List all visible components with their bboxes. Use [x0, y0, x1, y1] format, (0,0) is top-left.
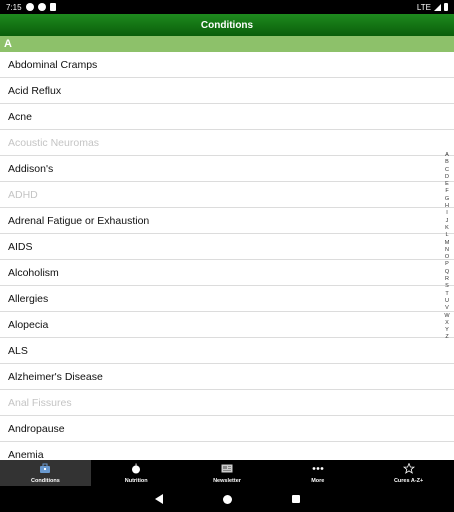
index-letter[interactable]: E — [445, 181, 449, 188]
list-item[interactable]: Alopecia — [0, 312, 454, 338]
back-icon[interactable] — [154, 494, 163, 504]
index-letter[interactable]: W — [444, 313, 449, 320]
tab-newsletter[interactable]: Newsletter — [182, 460, 273, 486]
index-letter[interactable]: Y — [445, 327, 449, 334]
index-letter[interactable]: K — [445, 225, 449, 232]
list-item: Anal Fissures — [0, 390, 454, 416]
tab-label: Conditions — [31, 477, 60, 484]
index-letter[interactable]: M — [445, 240, 450, 247]
index-letter[interactable]: U — [445, 298, 449, 305]
tab-label: Nutrition — [124, 477, 148, 484]
briefcase-icon — [39, 463, 51, 478]
index-letter[interactable]: T — [445, 291, 448, 298]
star-icon — [402, 461, 415, 478]
more-dots-icon — [312, 463, 324, 478]
alphabet-index[interactable]: ABCDEFGHIJKLMNOPQRSTUVWXYZ — [444, 152, 450, 342]
list-item: ADHD — [0, 182, 454, 208]
list-item: Acoustic Neuromas — [0, 130, 454, 156]
index-letter[interactable]: R — [445, 276, 449, 283]
conditions-list[interactable]: Abdominal Cramps Acid Reflux Acne Acoustic … — [0, 52, 454, 460]
index-letter[interactable]: B — [445, 159, 449, 166]
tab-nutrition[interactable]: Nutrition — [91, 460, 182, 486]
index-letter[interactable]: H — [445, 203, 449, 210]
notification-icon — [37, 3, 46, 11]
tab-label: More — [311, 477, 325, 484]
list-item[interactable]: Acid Reflux — [0, 78, 454, 104]
index-letter[interactable]: P — [445, 261, 449, 268]
tab-conditions[interactable]: Conditions — [0, 460, 91, 486]
home-icon[interactable] — [222, 494, 232, 504]
tab-more[interactable]: More — [272, 460, 363, 486]
sd-card-icon — [49, 3, 56, 11]
list-item[interactable]: ALS — [0, 338, 454, 364]
list-item[interactable]: Anemia — [0, 442, 454, 461]
list-item[interactable]: AIDS — [0, 234, 454, 260]
index-letter[interactable]: S — [445, 283, 449, 290]
index-letter[interactable]: L — [445, 232, 448, 239]
index-letter[interactable]: Z — [445, 334, 448, 341]
list-item[interactable]: Addison's — [0, 156, 454, 182]
tab-label: Newsletter — [213, 477, 241, 484]
recents-icon[interactable] — [291, 495, 300, 503]
page-title: Conditions — [200, 19, 254, 31]
index-letter[interactable]: D — [445, 174, 449, 181]
list-item[interactable]: Alcoholism — [0, 260, 454, 286]
notification-icon — [25, 3, 34, 11]
signal-icon — [434, 3, 441, 11]
index-letter[interactable]: J — [446, 218, 449, 225]
tab-label: Cures A-Z+ — [393, 477, 424, 484]
index-letter[interactable]: X — [445, 320, 449, 327]
list-item[interactable]: Acne — [0, 104, 454, 130]
network-type: LTE — [416, 2, 431, 12]
list-item[interactable]: Adrenal Fatigue or Exhaustion — [0, 208, 454, 234]
app-header: Conditions — [0, 14, 454, 36]
section-header-letter: A — [0, 36, 454, 52]
index-letter[interactable]: A — [445, 152, 449, 159]
battery-icon — [444, 3, 448, 11]
list-item[interactable]: Allergies — [0, 286, 454, 312]
status-time: 7:15 — [6, 2, 22, 12]
list-item[interactable]: Abdominal Cramps — [0, 52, 454, 78]
list-item[interactable]: Alzheimer's Disease — [0, 364, 454, 390]
newsletter-icon — [221, 463, 233, 478]
list-item[interactable]: Andropause — [0, 416, 454, 442]
bottom-tab-bar: Conditions Nutrition Newsletter More Cures A… — [0, 460, 454, 486]
index-letter[interactable]: O — [445, 254, 449, 261]
tab-cures-a-z[interactable]: Cures A-Z+ — [363, 460, 454, 486]
index-letter[interactable]: F — [445, 188, 448, 195]
status-bar: 7:15 LTE — [0, 0, 454, 14]
index-letter[interactable]: I — [446, 210, 448, 217]
apple-icon — [130, 463, 142, 478]
index-letter[interactable]: V — [445, 305, 449, 312]
index-letter[interactable]: C — [445, 167, 449, 174]
index-letter[interactable]: G — [445, 196, 449, 203]
index-letter[interactable]: Q — [445, 269, 449, 276]
index-letter[interactable]: N — [445, 247, 449, 254]
system-nav-bar — [0, 486, 454, 512]
